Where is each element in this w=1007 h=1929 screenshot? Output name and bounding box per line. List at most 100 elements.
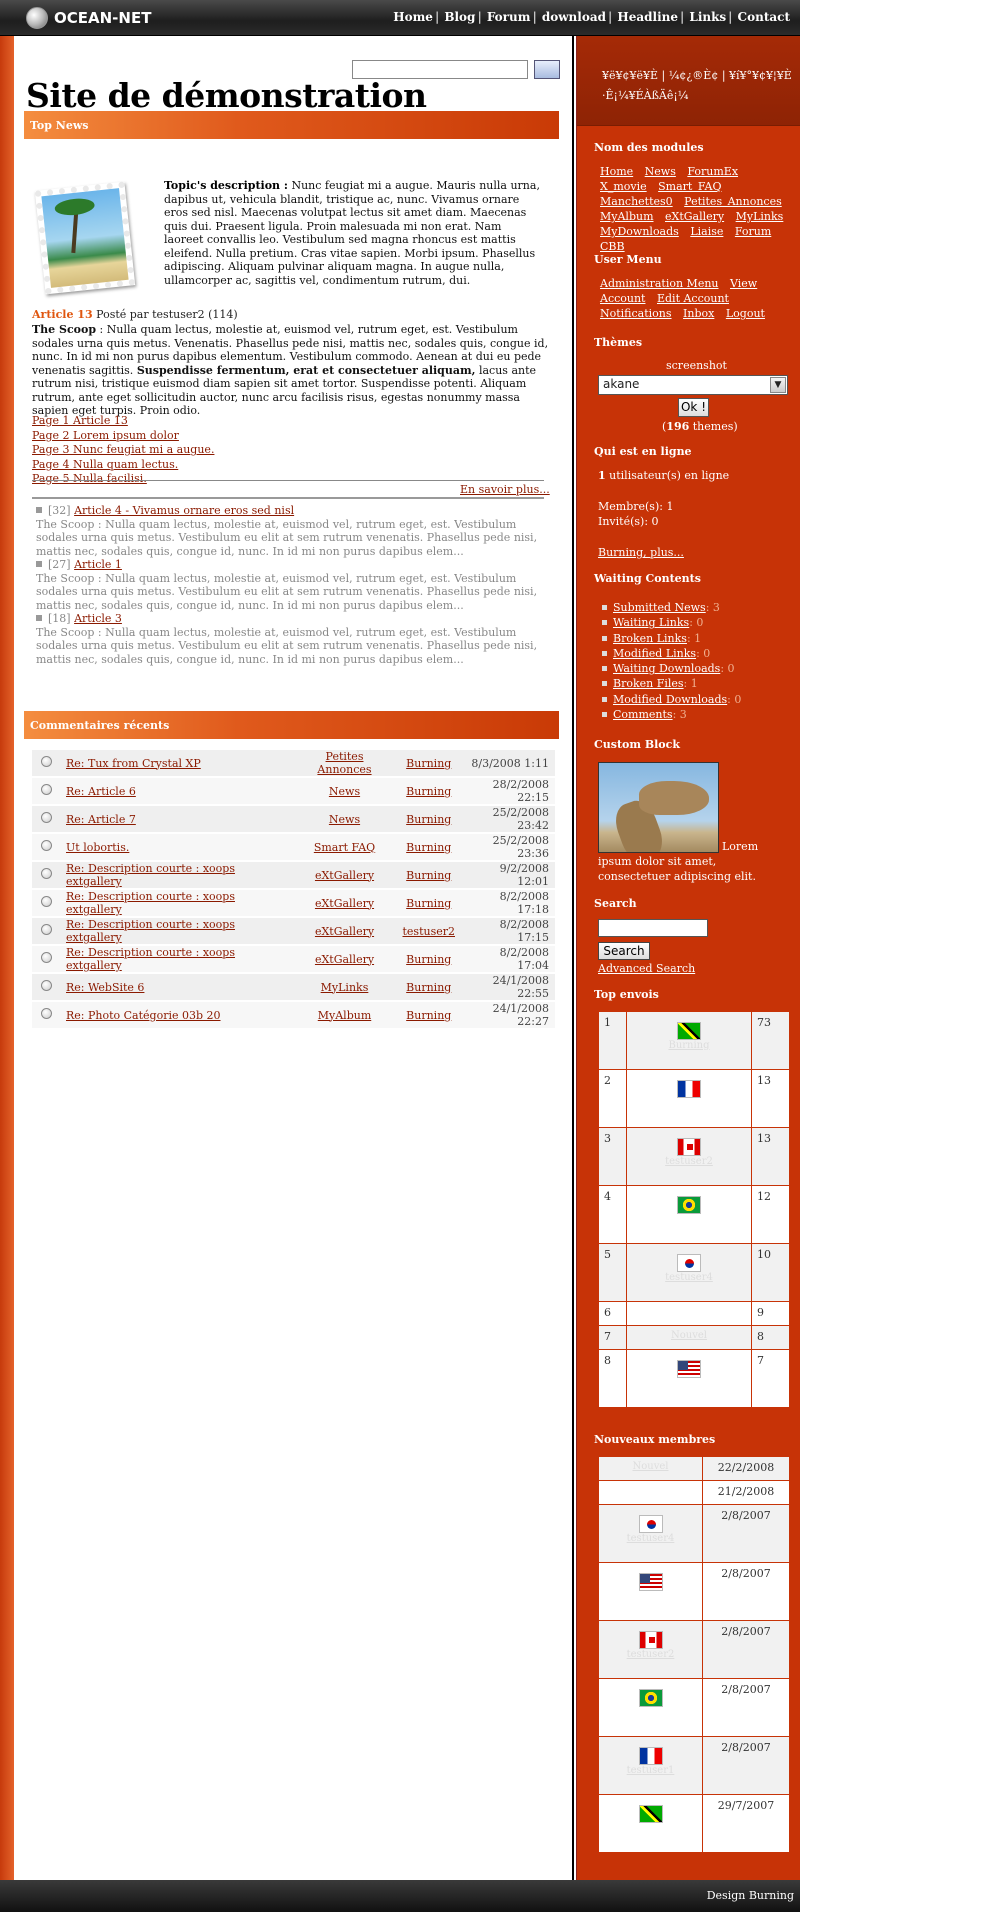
comment-module-link[interactable]: eXtGallery <box>315 869 374 882</box>
comment-title-link[interactable]: Re: Article 6 <box>66 785 136 798</box>
module-link[interactable]: ForumEx <box>687 165 738 178</box>
comment-user-link[interactable]: Burning <box>406 757 451 770</box>
module-link[interactable]: X_movie <box>600 180 647 193</box>
top-user-link[interactable]: testuser4 <box>632 1272 746 1283</box>
nav-link-forum[interactable]: Forum <box>487 10 531 24</box>
site-logo[interactable]: OCEAN-NET <box>26 7 151 29</box>
article-page-link[interactable]: Page 1 Article 13 <box>32 414 214 429</box>
user-menu-link[interactable]: Notifications <box>600 307 672 320</box>
user-menu-link[interactable]: Edit Account <box>657 292 729 305</box>
advanced-search-link[interactable]: Advanced Search <box>598 962 695 975</box>
comment-module-link[interactable]: MyLinks <box>321 981 369 994</box>
waiting-link[interactable]: Broken Files <box>613 677 684 690</box>
nav-link-headline[interactable]: Headline <box>617 10 678 24</box>
comment-title-link[interactable]: Re: Description courte : xoops extgaller… <box>66 918 235 944</box>
waiting-link[interactable]: Submitted News <box>613 601 706 614</box>
waiting-link[interactable]: Modified Downloads <box>613 693 727 706</box>
comment-module-cell: eXtGallery <box>292 890 397 916</box>
new-member-link[interactable]: testuser2 <box>604 1649 697 1660</box>
comment-title-link[interactable]: Ut lobortis. <box>66 841 129 854</box>
comment-title-link[interactable]: Re: Article 7 <box>66 813 136 826</box>
waiting-link[interactable]: Waiting Links <box>613 616 689 629</box>
comment-user-link[interactable]: Burning <box>406 897 451 910</box>
sidebar-search-input[interactable] <box>598 919 708 937</box>
module-link[interactable]: eXtGallery <box>665 210 724 223</box>
module-link[interactable]: Petites Annonces <box>684 195 782 208</box>
comment-user-link[interactable]: Burning <box>406 981 451 994</box>
comment-module-link[interactable]: News <box>329 785 360 798</box>
top-user-link[interactable]: Burning <box>632 1040 746 1051</box>
comment-title-link[interactable]: Re: Description courte : xoops extgaller… <box>66 862 235 888</box>
new-member-link[interactable]: testuser1 <box>604 1765 697 1776</box>
nav-link-links[interactable]: Links <box>689 10 726 24</box>
sidebar-search-button[interactable]: Search <box>598 942 650 960</box>
module-link[interactable]: Manchettes0 <box>600 195 673 208</box>
top-user-link[interactable]: testuser2 <box>632 1156 746 1167</box>
theme-select[interactable]: akane ▼ <box>598 375 788 395</box>
news-title-link[interactable]: Article 1 <box>74 558 122 571</box>
waiting-item: Modified Links: 0 <box>602 646 792 661</box>
nav-link-contact[interactable]: Contact <box>738 10 790 24</box>
new-member-link[interactable]: testuser4 <box>604 1533 697 1544</box>
module-link[interactable]: Smart FAQ <box>658 180 721 193</box>
new-member-link[interactable]: Nouvel <box>604 1461 697 1472</box>
comment-title-link[interactable]: Re: Tux from Crystal XP <box>66 757 201 770</box>
comment-title-link[interactable]: Re: Photo Catégorie 03b 20 <box>66 1009 221 1022</box>
comment-user-link[interactable]: Burning <box>406 813 451 826</box>
comment-module-link[interactable]: eXtGallery <box>315 925 374 938</box>
top-user-link[interactable]: Nouvel <box>632 1330 746 1341</box>
module-link[interactable]: Home <box>600 165 633 178</box>
user-menu-link[interactable]: Logout <box>726 307 765 320</box>
comment-module-cell: eXtGallery <box>292 862 397 888</box>
comment-module-link[interactable]: eXtGallery <box>315 897 374 910</box>
comment-user-link[interactable]: Burning <box>406 869 451 882</box>
comment-user-link[interactable]: testuser2 <box>403 925 456 938</box>
waiting-link[interactable]: Comments <box>613 708 673 721</box>
module-link[interactable]: News <box>645 165 676 178</box>
comment-title-link[interactable]: Re: Description courte : xoops extgaller… <box>66 890 235 916</box>
article-page-link[interactable]: Page 4 Nulla quam lectus. <box>32 458 214 473</box>
news-item: [18] Article 3 The Scoop : Nulla quam lec… <box>32 612 552 666</box>
comment-user-link[interactable]: Burning <box>406 841 451 854</box>
comment-module-link[interactable]: Smart FAQ <box>314 841 375 854</box>
module-link[interactable]: Liaise <box>690 225 723 238</box>
read-more-link[interactable]: En savoir plus... <box>460 483 550 496</box>
header-search-button[interactable] <box>534 60 560 79</box>
comment-module-link[interactable]: News <box>329 813 360 826</box>
comment-user-link[interactable]: Burning <box>406 953 451 966</box>
news-title-link[interactable]: Article 4 - Vivamus ornare eros sed nisl <box>74 504 294 517</box>
nav-link-blog[interactable]: Blog <box>444 10 475 24</box>
comment-title-link[interactable]: Re: Description courte : xoops extgaller… <box>66 946 235 972</box>
article-title[interactable]: Article 13 <box>32 308 93 321</box>
article-page-link[interactable]: Page 2 Lorem ipsum dolor <box>32 429 214 444</box>
module-link[interactable]: MyLinks <box>736 210 784 223</box>
user-menu-link[interactable]: Administration Menu <box>600 277 719 290</box>
online-users-link[interactable]: Burning, plus... <box>598 546 684 559</box>
bullet-icon <box>602 696 607 702</box>
waiting-link[interactable]: Modified Links <box>613 647 696 660</box>
nav-link-home[interactable]: Home <box>393 10 433 24</box>
module-link[interactable]: MyAlbum <box>600 210 654 223</box>
garbled-line[interactable]: ·Ê¡¼¥ÉÀßÄê¡¼ <box>602 86 792 106</box>
nav-link-download[interactable]: download <box>542 10 606 24</box>
news-title-link[interactable]: Article 3 <box>74 612 122 625</box>
waiting-link[interactable]: Waiting Downloads <box>613 662 720 675</box>
scoop-label: The Scoop <box>32 323 97 336</box>
waiting-link[interactable]: Broken Links <box>613 632 687 645</box>
comment-user-cell: Burning <box>396 750 461 776</box>
members-count: Membre(s): 1 <box>598 500 674 513</box>
comment-module-link[interactable]: MyAlbum <box>318 1009 372 1022</box>
comment-user-link[interactable]: Burning <box>406 785 451 798</box>
module-link[interactable]: MyDownloads <box>600 225 679 238</box>
article-scoop: The Scoop : Nulla quam lectus, molestie … <box>32 323 552 418</box>
article-page-link[interactable]: Page 3 Nunc feugiat mi a augue. <box>32 443 214 458</box>
garbled-line[interactable]: ¥ë¥¢¥ë¥È | ¼¢¿®È¢ | ¥í¥°¥¢¥¦¥È <box>602 66 792 86</box>
comment-module-link[interactable]: eXtGallery <box>315 953 374 966</box>
theme-ok-button[interactable]: Ok ! <box>678 398 709 417</box>
comment-module-link[interactable]: Petites Annonces <box>317 750 371 776</box>
comment-user-link[interactable]: Burning <box>406 1009 451 1022</box>
chevron-down-icon[interactable]: ▼ <box>770 377 786 393</box>
user-menu-link[interactable]: Inbox <box>683 307 714 320</box>
main-content: Site de démonstration Top News Topic's d… <box>14 36 574 1880</box>
comment-title-link[interactable]: Re: WebSite 6 <box>66 981 144 994</box>
